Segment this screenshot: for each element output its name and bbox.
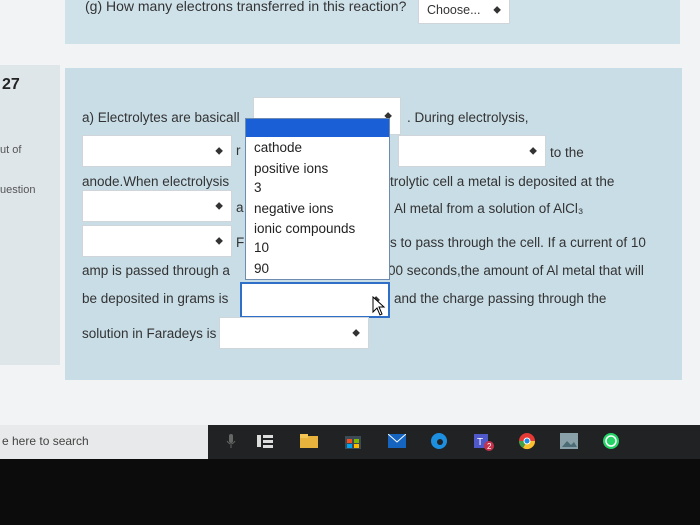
text-line1b: . During electrolysis,	[407, 110, 529, 125]
dropdown-list[interactable]: cathode positive ions 3 negative ions io…	[245, 118, 390, 280]
select-arrows-icon: ◆	[215, 145, 223, 157]
whatsapp-icon[interactable]	[600, 430, 622, 452]
text-line2-partial: r	[236, 143, 241, 158]
text-line7b: and the charge passing through the	[394, 291, 607, 306]
edge-browser-icon[interactable]	[428, 430, 450, 452]
text-line2-end: to the	[550, 145, 584, 160]
text-line6a: amp is passed through a	[82, 263, 230, 278]
text-line8a: solution in Faradeys is	[82, 326, 217, 341]
question-info-sidebar	[0, 65, 60, 365]
dropdown-option[interactable]: 10	[254, 241, 269, 255]
select-2[interactable]: ◆	[82, 135, 232, 167]
dropdown-option[interactable]: positive ions	[254, 162, 328, 176]
taskbar-search-placeholder: e here to search	[2, 434, 89, 448]
select-5[interactable]: ◆	[82, 225, 232, 257]
question-g-text: (g) How many electrons transferred in th…	[85, 0, 407, 14]
question-number: 27	[2, 76, 20, 93]
select-arrows-icon: ◆	[352, 327, 360, 339]
microphone-icon[interactable]	[220, 430, 242, 452]
text-line7a: be deposited in grams is	[82, 291, 229, 306]
monitor-bezel	[0, 459, 700, 525]
svg-text:T: T	[477, 437, 483, 448]
select-arrows-icon: ◆	[215, 235, 223, 247]
svg-text:2: 2	[487, 442, 492, 451]
dropdown-option[interactable]: 3	[254, 181, 262, 195]
text-line4-partial: a	[236, 200, 244, 215]
mail-icon[interactable]	[386, 430, 408, 452]
dropdown-option[interactable]: ionic compounds	[254, 222, 355, 236]
text-line6b: 00 seconds,the amount of Al metal that w…	[388, 263, 644, 278]
store-icon[interactable]	[342, 430, 364, 452]
select-3[interactable]: ◆	[398, 135, 546, 167]
task-view-icon[interactable]	[254, 430, 276, 452]
text-line5b: s to pass through the cell. If a current…	[390, 235, 646, 250]
dropdown-option[interactable]: 90	[254, 262, 269, 276]
marks-out-of-label: ut of	[0, 144, 22, 156]
select-arrows-icon: ◆	[215, 200, 223, 212]
file-explorer-icon[interactable]	[298, 430, 320, 452]
dropdown-option[interactable]: negative ions	[254, 202, 334, 216]
text-line3b: trolytic cell a metal is deposited at th…	[390, 174, 615, 189]
select-arrows-icon: ◆	[493, 4, 501, 16]
flag-question-label: uestion	[0, 184, 36, 196]
photos-icon[interactable]	[558, 430, 580, 452]
question-g-select-value: Choose...	[427, 3, 481, 17]
dropdown-option[interactable]: cathode	[254, 141, 302, 155]
chrome-icon[interactable]	[516, 430, 538, 452]
text-line1a: a) Electrolytes are basicall	[82, 110, 240, 125]
select-7[interactable]: ◆	[219, 317, 369, 349]
select-4[interactable]: ◆	[82, 190, 232, 222]
question-g-select[interactable]: Choose... ◆	[418, 0, 510, 24]
text-line5-partial: F	[236, 235, 245, 250]
teams-icon[interactable]: T2	[472, 430, 494, 452]
select-6[interactable]: ◆	[240, 282, 390, 318]
select-arrows-icon: ◆	[529, 145, 537, 157]
text-line4b: Al metal from a solution of AlCl₃	[394, 201, 584, 216]
mouse-cursor-icon	[372, 296, 386, 316]
text-line3a: anode.When electrolysis	[82, 174, 230, 189]
dropdown-highlighted-blank-option[interactable]	[246, 119, 389, 137]
